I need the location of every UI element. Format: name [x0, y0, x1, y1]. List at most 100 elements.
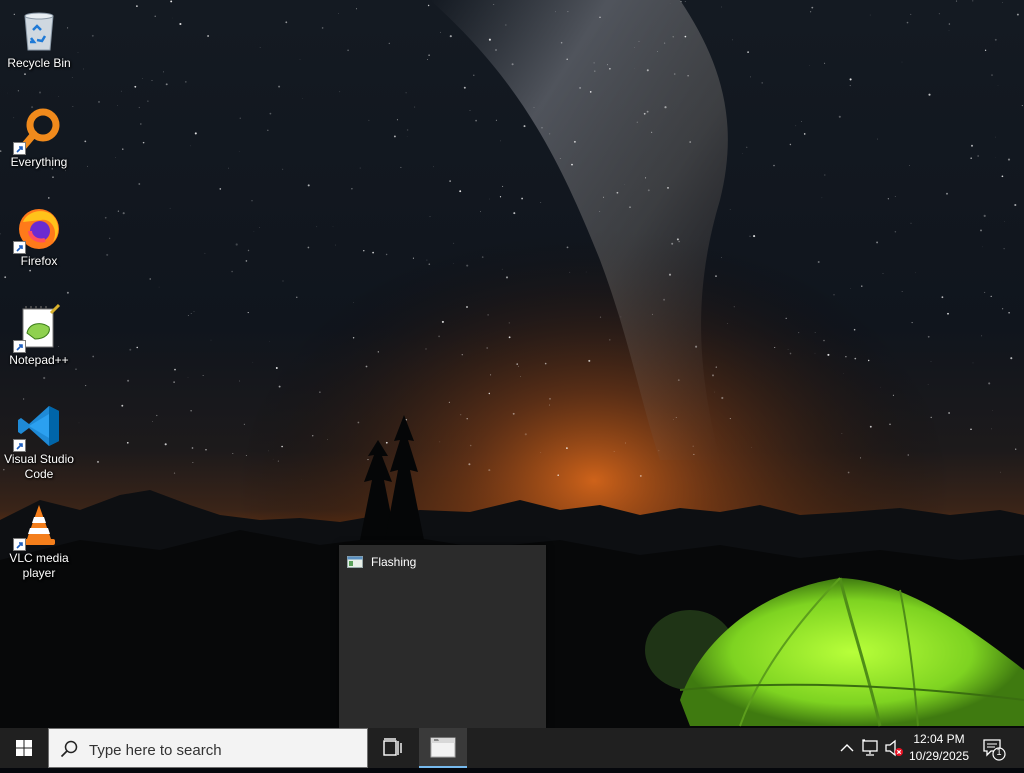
star [487, 314, 488, 315]
show-hidden-icons-button[interactable] [835, 728, 859, 768]
star [931, 417, 932, 418]
star [400, 167, 401, 168]
star [676, 417, 677, 418]
star [1017, 14, 1019, 16]
star [689, 141, 691, 143]
taskbar: 12:04 PM 10/29/2025 1 [0, 728, 1024, 768]
taskbar-search-box[interactable] [48, 728, 368, 768]
star [567, 247, 569, 249]
star [338, 13, 339, 14]
desktop-icon-recycle-bin[interactable]: Recycle Bin [2, 0, 76, 71]
desktop-icon-everything[interactable]: Everything [2, 99, 76, 170]
star [413, 258, 414, 259]
action-center-button[interactable]: 1 [980, 728, 1012, 768]
star [609, 68, 611, 70]
taskbar-app-button-flashing[interactable] [419, 728, 467, 768]
desktop-icon-notepad-plus-plus[interactable]: Notepad++ [2, 297, 76, 368]
star [714, 392, 715, 393]
star [228, 168, 229, 169]
star [482, 256, 484, 258]
star [786, 318, 787, 319]
star [397, 119, 398, 120]
star [984, 292, 985, 293]
star [928, 384, 929, 385]
star [502, 186, 503, 187]
star [883, 273, 884, 274]
star [680, 1, 681, 2]
star [716, 366, 717, 367]
star [621, 317, 622, 318]
star [204, 253, 205, 254]
desktop-icon-vlc[interactable]: VLC media player [2, 495, 76, 581]
star [29, 270, 31, 272]
star [72, 77, 73, 78]
star [850, 78, 852, 80]
star [566, 58, 568, 60]
star [192, 447, 194, 449]
star [664, 42, 665, 43]
star [827, 354, 829, 356]
star [984, 215, 986, 217]
star [888, 198, 889, 199]
desktop-icon-firefox[interactable]: Firefox [2, 198, 76, 269]
star [746, 147, 747, 148]
star [1008, 159, 1010, 161]
star [165, 443, 167, 445]
taskbar-thumbnail-preview[interactable]: Flashing [339, 545, 546, 728]
vscode-icon [15, 402, 63, 450]
star [506, 276, 508, 278]
star [414, 107, 415, 108]
star [931, 361, 932, 362]
star [590, 91, 592, 93]
start-button[interactable] [0, 728, 48, 768]
star [205, 449, 206, 450]
star [995, 137, 996, 138]
shortcut-arrow-icon [13, 538, 26, 551]
star [122, 149, 123, 150]
star [541, 452, 542, 453]
star [971, 145, 973, 147]
desktop-icon-label: VLC media player [2, 551, 76, 581]
star [252, 200, 253, 201]
star [428, 54, 429, 55]
star [466, 265, 468, 267]
windows-logo-icon [0, 728, 48, 768]
star [239, 381, 240, 382]
star [470, 445, 472, 447]
star [118, 211, 119, 212]
star [637, 122, 638, 123]
star [685, 1, 686, 2]
star [870, 426, 872, 428]
star [1002, 175, 1004, 177]
star [985, 50, 986, 51]
star [493, 4, 494, 5]
star [194, 311, 195, 312]
search-input[interactable] [87, 738, 361, 762]
task-view-button[interactable] [372, 728, 412, 768]
star [106, 254, 108, 256]
star [505, 25, 506, 26]
star [426, 260, 427, 261]
star [732, 40, 733, 41]
star [594, 70, 595, 71]
star [774, 347, 775, 348]
desktop-icon-vscode[interactable]: Visual Studio Code [2, 396, 76, 482]
star [721, 257, 722, 258]
star [609, 339, 610, 340]
star [513, 212, 515, 214]
window-app-icon [347, 556, 363, 568]
star [140, 123, 142, 125]
star [912, 322, 913, 323]
flashing-app-icon [419, 728, 467, 768]
star [79, 423, 80, 424]
star [219, 188, 221, 190]
star [825, 175, 826, 176]
network-tray-button[interactable] [859, 728, 883, 768]
star [279, 386, 281, 388]
star [487, 348, 488, 349]
star [428, 5, 429, 6]
star [549, 405, 550, 406]
taskbar-clock[interactable]: 12:04 PM 10/29/2025 [904, 728, 974, 768]
star [687, 75, 688, 76]
star [657, 51, 658, 52]
